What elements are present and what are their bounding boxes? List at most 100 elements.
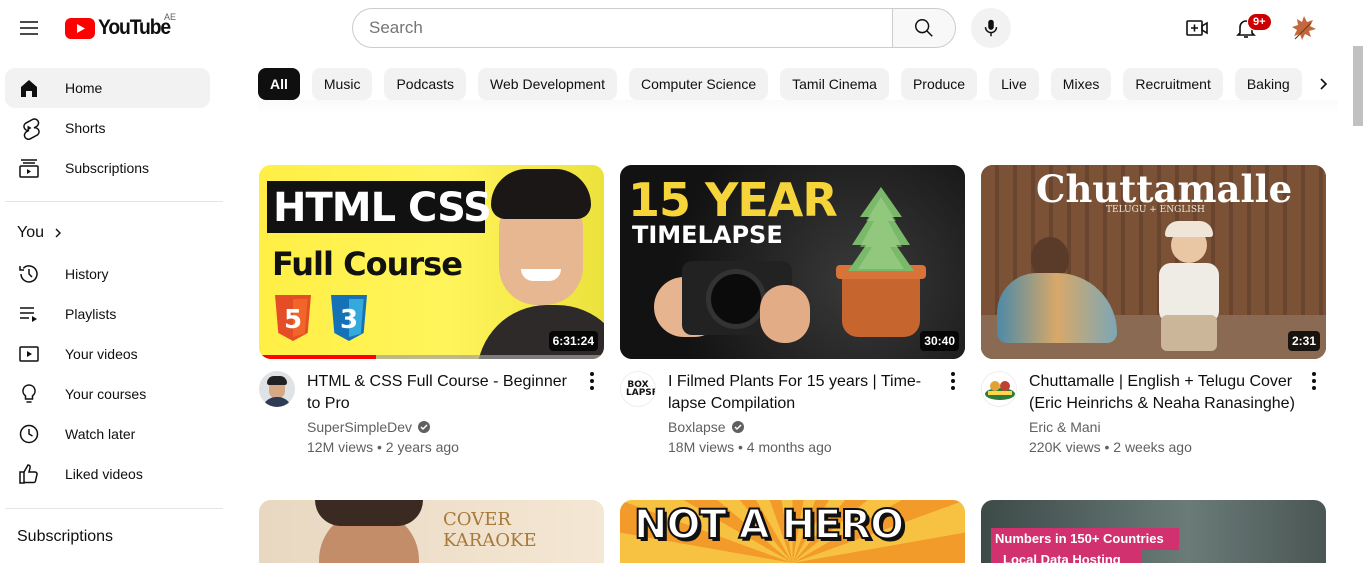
account-avatar[interactable] (1288, 12, 1320, 44)
sidebar-item-your-videos[interactable]: Your videos (5, 334, 210, 374)
sidebar-you-heading[interactable]: You (17, 224, 64, 242)
notifications-button[interactable]: 9+ (1226, 8, 1272, 48)
video-thumbnail[interactable]: COVER KARAOKE (259, 500, 604, 563)
page-scrollbar[interactable] (1351, 0, 1365, 563)
chip-music[interactable]: Music (311, 68, 373, 100)
video-thumbnail[interactable]: 15 YEAR TIMELAPSE 30:40 (620, 165, 965, 359)
video-thumbnail[interactable]: NOT A HERO (620, 500, 965, 563)
subscriptions-icon (17, 156, 41, 180)
video-card[interactable]: Chuttamalle TELUGU + ENGLISH 2:31 Chutta… (981, 165, 1326, 459)
singer-man-shirt (1159, 263, 1219, 323)
chips-shadow (258, 100, 1338, 114)
more-vertical-icon (1312, 372, 1316, 390)
sidebar-item-shorts[interactable]: Shorts (5, 108, 210, 148)
camera-lens (706, 269, 766, 329)
home-icon (17, 76, 41, 100)
video-thumbnail[interactable]: Chuttamalle TELUGU + ENGLISH 2:31 (981, 165, 1326, 359)
channel-name-row: Boxlapse (668, 419, 745, 435)
video-title[interactable]: I Filmed Plants For 15 years | Time-laps… (668, 371, 938, 415)
you-heading-label: You (17, 224, 44, 241)
more-vertical-icon (951, 372, 955, 390)
sidebar-item-history[interactable]: History (5, 254, 210, 294)
chip-computer-science[interactable]: Computer Science (628, 68, 769, 100)
presenter-hair (491, 169, 591, 219)
sidebar-item-watch-later[interactable]: Watch later (5, 414, 210, 454)
video-card[interactable]: 15 YEAR TIMELAPSE 30:40 BOX LAPSE I Film… (620, 165, 965, 459)
channel-name[interactable]: SuperSimpleDev (307, 419, 412, 435)
youtube-logo[interactable]: YouTube AE (65, 12, 177, 41)
chip-produce[interactable]: Produce (900, 68, 978, 100)
video-details: HTML & CSS Full Course - Beginner to Pro… (259, 359, 604, 459)
chip-podcasts[interactable]: Podcasts (384, 68, 467, 100)
microphone-icon (984, 19, 998, 37)
video-thumbnail[interactable]: HTML CSS Full Course 5 3 6:31:24 (259, 165, 604, 359)
thumbnail-text: NOT A HERO (633, 501, 905, 549)
shorts-icon (17, 116, 41, 140)
video-thumbnail[interactable]: Numbers in 150+ Countries Local Data Hos… (981, 500, 1326, 563)
youtube-play-icon (65, 17, 95, 39)
playlists-icon (17, 302, 41, 326)
video-menu-button[interactable] (580, 369, 604, 393)
chip-web-development[interactable]: Web Development (478, 68, 617, 100)
scrollbar-thumb[interactable] (1353, 46, 1363, 126)
sidebar-item-label: Home (65, 80, 103, 96)
sidebar-item-your-courses[interactable]: Your courses (5, 374, 210, 414)
masthead: YouTube AE 9+ (0, 0, 1350, 56)
guide-sidebar: Home Shorts Subscriptions You History Pl… (0, 56, 228, 563)
channel-avatar[interactable] (981, 371, 1017, 407)
video-card[interactable]: HTML CSS Full Course 5 3 6:31:24 HTML & … (259, 165, 604, 459)
chip-mixes[interactable]: Mixes (1050, 68, 1112, 100)
avatar-shirt (262, 397, 292, 407)
channel-name[interactable]: Eric & Mani (1029, 419, 1101, 435)
video-details: BOX LAPSE I Filmed Plants For 15 years |… (620, 359, 965, 459)
video-menu-button[interactable] (941, 369, 965, 393)
video-duration: 30:40 (920, 331, 959, 351)
channel-name[interactable]: Boxlapse (668, 419, 726, 435)
chips-next-button[interactable] (1307, 68, 1339, 100)
your-videos-icon (17, 342, 41, 366)
chip-live[interactable]: Live (989, 68, 1039, 100)
plant-icon (848, 187, 914, 271)
chip-baking[interactable]: Baking (1234, 68, 1302, 100)
voice-search-button[interactable] (971, 8, 1011, 48)
singer-man-hat (1165, 221, 1213, 237)
sidebar-item-subscriptions[interactable]: Subscriptions (5, 148, 210, 188)
chip-all[interactable]: All (258, 68, 300, 100)
subscriptions-heading-label: Subscriptions (17, 528, 114, 545)
channel-avatar[interactable] (259, 371, 295, 407)
thumbnail-text: Local Data Hosting (1003, 552, 1121, 563)
hand-right (760, 285, 810, 343)
video-menu-button[interactable] (1302, 369, 1326, 393)
create-button[interactable] (1177, 8, 1217, 48)
thumbnail-text: Numbers in 150+ Countries (995, 531, 1164, 546)
chip-recruitment[interactable]: Recruitment (1123, 68, 1223, 100)
sidebar-item-label: Subscriptions (65, 160, 150, 176)
svg-text:3: 3 (340, 305, 358, 335)
video-stats: 220K views • 2 weeks ago (1029, 439, 1192, 455)
notification-count-badge: 9+ (1247, 13, 1272, 31)
sidebar-item-label: Shorts (65, 120, 106, 136)
search-button[interactable] (892, 8, 956, 48)
channel-avatar[interactable]: BOX LAPSE (620, 371, 656, 407)
sidebar-item-playlists[interactable]: Playlists (5, 294, 210, 334)
search-input[interactable] (352, 8, 892, 48)
hamburger-icon (20, 21, 38, 35)
thumbnail-person-hair (315, 500, 423, 526)
thumbnail-text: TIMELAPSE (632, 221, 783, 249)
channel-avatar-text: BOX LAPSE (626, 380, 656, 398)
sidebar-item-home[interactable]: Home (5, 68, 210, 108)
channel-logo-icon (985, 381, 1015, 400)
sidebar-item-liked-videos[interactable]: Liked videos (5, 454, 210, 494)
sidebar-subscriptions-heading: Subscriptions (17, 528, 113, 546)
thumbnail-text: 15 YEAR (628, 173, 838, 227)
country-code: AE (164, 12, 177, 22)
chip-tamil-cinema[interactable]: Tamil Cinema (780, 68, 889, 100)
singer-man-trousers (1161, 315, 1217, 351)
video-title[interactable]: HTML & CSS Full Course - Beginner to Pro (307, 371, 577, 415)
verified-badge-icon (417, 420, 431, 434)
guide-menu-button[interactable] (9, 8, 49, 48)
video-title[interactable]: Chuttamalle | English + Telugu Cover (Er… (1029, 371, 1299, 415)
sidebar-item-label: History (65, 266, 109, 282)
more-vertical-icon (590, 372, 594, 390)
sidebar-item-label: Watch later (65, 426, 136, 442)
